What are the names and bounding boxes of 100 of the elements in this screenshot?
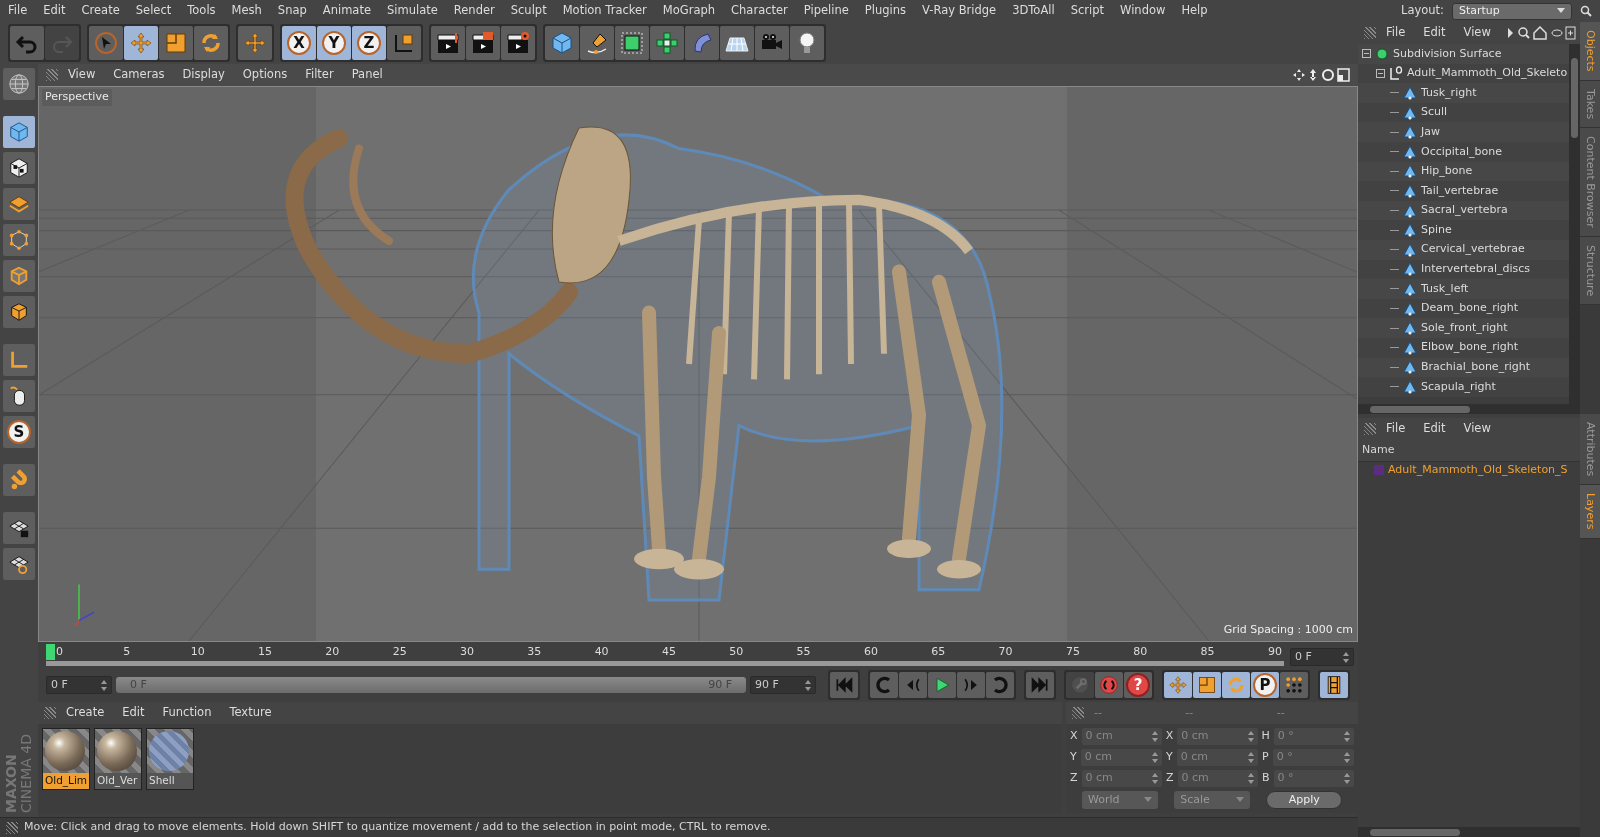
- tool-button[interactable]: ?: [1124, 672, 1152, 698]
- menu-item[interactable]: View: [1455, 24, 1499, 42]
- spinner-icon[interactable]: [1151, 731, 1158, 742]
- menu-item[interactable]: Animate: [314, 2, 379, 20]
- view-navigation-icon[interactable]: [1292, 66, 1350, 84]
- tool-button[interactable]: Y: [317, 26, 351, 60]
- material-swatch[interactable]: Old_Lim: [42, 728, 90, 790]
- layer-name[interactable]: Adult_Mammoth_Old_Skeleton_S: [1388, 461, 1568, 478]
- menu-item[interactable]: File: [0, 2, 36, 20]
- tool-button[interactable]: Z: [352, 26, 386, 60]
- menu-item[interactable]: Pipeline: [795, 2, 857, 20]
- menu-item[interactable]: Tools: [179, 2, 224, 20]
- menu-item[interactable]: Snap: [269, 2, 315, 20]
- menu-item[interactable]: Select: [127, 2, 180, 20]
- menu-item[interactable]: Function: [154, 704, 220, 722]
- panel-tab[interactable]: Layers: [1580, 485, 1600, 539]
- spinner-icon[interactable]: [1247, 731, 1254, 742]
- grip-icon[interactable]: [6, 821, 18, 834]
- spinner-icon[interactable]: [1344, 752, 1350, 763]
- tool-button[interactable]: [3, 380, 35, 412]
- scrollbar-thumb[interactable]: [1370, 828, 1460, 836]
- grip-icon[interactable]: [44, 707, 56, 719]
- tool-button[interactable]: [1280, 672, 1308, 698]
- rotate-icon: [1226, 675, 1246, 695]
- end-frame-field[interactable]: 90 F: [750, 676, 816, 694]
- menu-item[interactable]: Script: [1062, 2, 1113, 20]
- menu-item[interactable]: Create: [73, 2, 128, 20]
- apply-button[interactable]: Apply: [1266, 791, 1342, 809]
- object-name[interactable]: Hip_bone: [1421, 163, 1473, 180]
- playhead-marker[interactable]: [46, 644, 55, 660]
- tool-button[interactable]: X: [282, 26, 316, 60]
- scrollbar-thumb[interactable]: [1370, 405, 1470, 413]
- spinner-icon[interactable]: [1344, 731, 1350, 742]
- spinner-icon[interactable]: [1343, 651, 1349, 663]
- object-name[interactable]: Spine: [1421, 221, 1452, 239]
- object-name[interactable]: Jaw: [1421, 123, 1440, 141]
- tool-button[interactable]: [1320, 672, 1348, 698]
- menu-item[interactable]: Options: [234, 66, 296, 84]
- menu-item[interactable]: Simulate: [379, 2, 446, 20]
- tool-button[interactable]: [431, 26, 465, 60]
- menu-item[interactable]: Mesh: [223, 2, 270, 20]
- grip-icon[interactable]: [1072, 707, 1084, 719]
- record-icon: [1099, 675, 1119, 695]
- menu-item[interactable]: Texture: [221, 704, 280, 722]
- scrollbar-thumb[interactable]: [1571, 58, 1578, 138]
- material-swatch[interactable]: Old_Ver: [94, 728, 142, 790]
- current-frame-field[interactable]: 0 F: [1290, 648, 1354, 666]
- menu-item[interactable]: Help: [1173, 2, 1216, 20]
- material-swatch[interactable]: Shell: [146, 728, 194, 790]
- object-name[interactable]: Scull: [1421, 104, 1448, 121]
- menu-item[interactable]: Plugins: [856, 2, 915, 20]
- menu-item[interactable]: Edit: [114, 704, 153, 722]
- grip-icon[interactable]: [1364, 27, 1376, 39]
- spinner-icon[interactable]: [1344, 773, 1350, 784]
- menu-item[interactable]: Display: [174, 66, 233, 84]
- menu-item[interactable]: View: [1455, 420, 1499, 438]
- menu-item[interactable]: File: [1378, 24, 1414, 42]
- tool-button[interactable]: [615, 26, 649, 60]
- menu-item[interactable]: Filter: [297, 66, 342, 84]
- grip-icon[interactable]: [46, 69, 58, 81]
- object-toolbar-icon[interactable]: [1506, 24, 1576, 42]
- camera-label[interactable]: Perspective: [42, 89, 112, 106]
- tool-button[interactable]: [387, 26, 421, 60]
- menu-item[interactable]: Cameras: [105, 66, 173, 84]
- menu-item[interactable]: Window: [1112, 2, 1174, 20]
- tool-button[interactable]: [3, 512, 35, 544]
- timeline-ruler[interactable]: 0 5 10 15 20 25 30 35 40 45 50 55 60 65 70 75 80 85 90: [46, 644, 1284, 666]
- menu-item[interactable]: 3DToAll: [1004, 2, 1063, 20]
- menu-item[interactable]: Edit: [1415, 24, 1454, 42]
- tool-button[interactable]: [3, 548, 35, 580]
- spinner-icon[interactable]: [101, 679, 107, 691]
- panel-tab[interactable]: Objects: [1580, 22, 1600, 81]
- spinner-icon[interactable]: [805, 679, 811, 691]
- menu-item[interactable]: Panel: [343, 66, 391, 84]
- menu-item[interactable]: Render: [445, 2, 503, 20]
- spinner-icon[interactable]: [1248, 773, 1254, 784]
- menu-item[interactable]: Motion Tracker: [554, 2, 655, 20]
- menu-item[interactable]: Character: [723, 2, 796, 20]
- menu-item[interactable]: View: [60, 66, 104, 84]
- start-frame-field[interactable]: 0 F: [46, 676, 112, 694]
- menu-item[interactable]: Create: [58, 704, 113, 722]
- tool-button[interactable]: [3, 296, 35, 328]
- menu-item[interactable]: Edit: [1415, 420, 1454, 438]
- tool-button[interactable]: P: [1251, 672, 1279, 698]
- grip-icon[interactable]: [1364, 423, 1376, 435]
- menu-item[interactable]: File: [1378, 420, 1414, 438]
- layout-dropdown[interactable]: Startup: [1452, 2, 1572, 20]
- tool-button[interactable]: [501, 26, 535, 60]
- layer-color-swatch[interactable]: [1374, 464, 1384, 475]
- tool-button[interactable]: S: [3, 416, 35, 448]
- spinner-icon[interactable]: [1152, 773, 1158, 784]
- menu-item[interactable]: Edit: [35, 2, 74, 20]
- menu-item[interactable]: MoGraph: [654, 2, 724, 20]
- menu-item[interactable]: V-Ray Bridge: [914, 2, 1005, 20]
- menu-item[interactable]: Sculpt: [502, 2, 555, 20]
- spinner-icon[interactable]: [1152, 752, 1159, 763]
- viewport-background[interactable]: Perspective Grid Spacing : 1000 cm: [38, 86, 1358, 642]
- spinner-icon[interactable]: [1248, 752, 1255, 763]
- tool-button[interactable]: [3, 152, 35, 184]
- tool-button[interactable]: [466, 26, 500, 60]
